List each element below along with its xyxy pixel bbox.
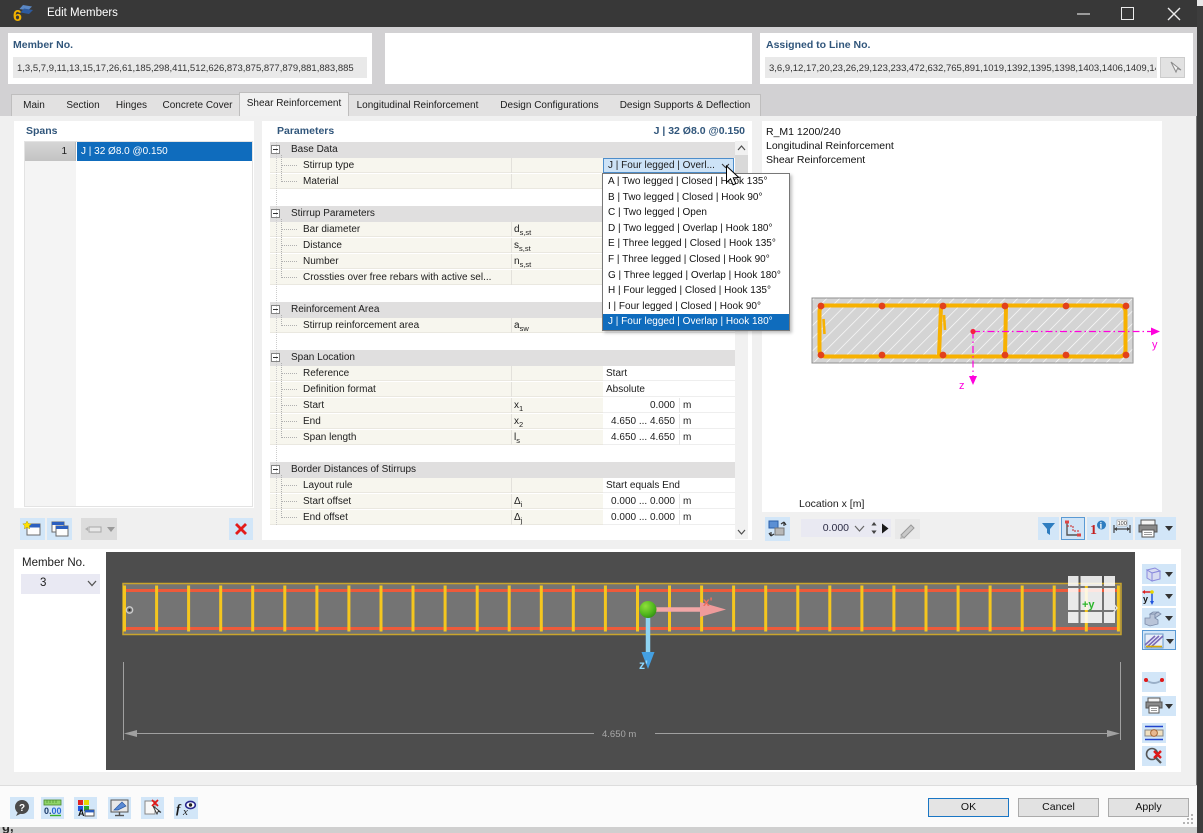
svg-text:y: y bbox=[1143, 594, 1148, 604]
svg-text:Shear Reinforcement: Shear Reinforcement bbox=[766, 154, 865, 166]
svg-text:z: z bbox=[959, 380, 965, 392]
svg-text:R_M1 1200/240: R_M1 1200/240 bbox=[766, 126, 841, 138]
svg-text:z': z' bbox=[639, 658, 648, 672]
svg-text:6: 6 bbox=[13, 8, 22, 24]
svg-text:?: ? bbox=[19, 803, 25, 814]
svg-text:A: A bbox=[78, 808, 85, 818]
svg-text:Longitudinal Reinforcement: Longitudinal Reinforcement bbox=[766, 140, 894, 152]
svg-text:x': x' bbox=[703, 595, 713, 609]
svg-text:4.650 m: 4.650 m bbox=[602, 729, 636, 740]
svg-text:100: 100 bbox=[1118, 521, 1127, 527]
svg-text:1: 1 bbox=[1090, 523, 1097, 538]
svg-text:+y: +y bbox=[1082, 599, 1095, 611]
svg-text:0.00: 0.00 bbox=[44, 806, 62, 816]
svg-text:y: y bbox=[1152, 339, 1158, 351]
svg-text:f: f bbox=[176, 801, 182, 816]
